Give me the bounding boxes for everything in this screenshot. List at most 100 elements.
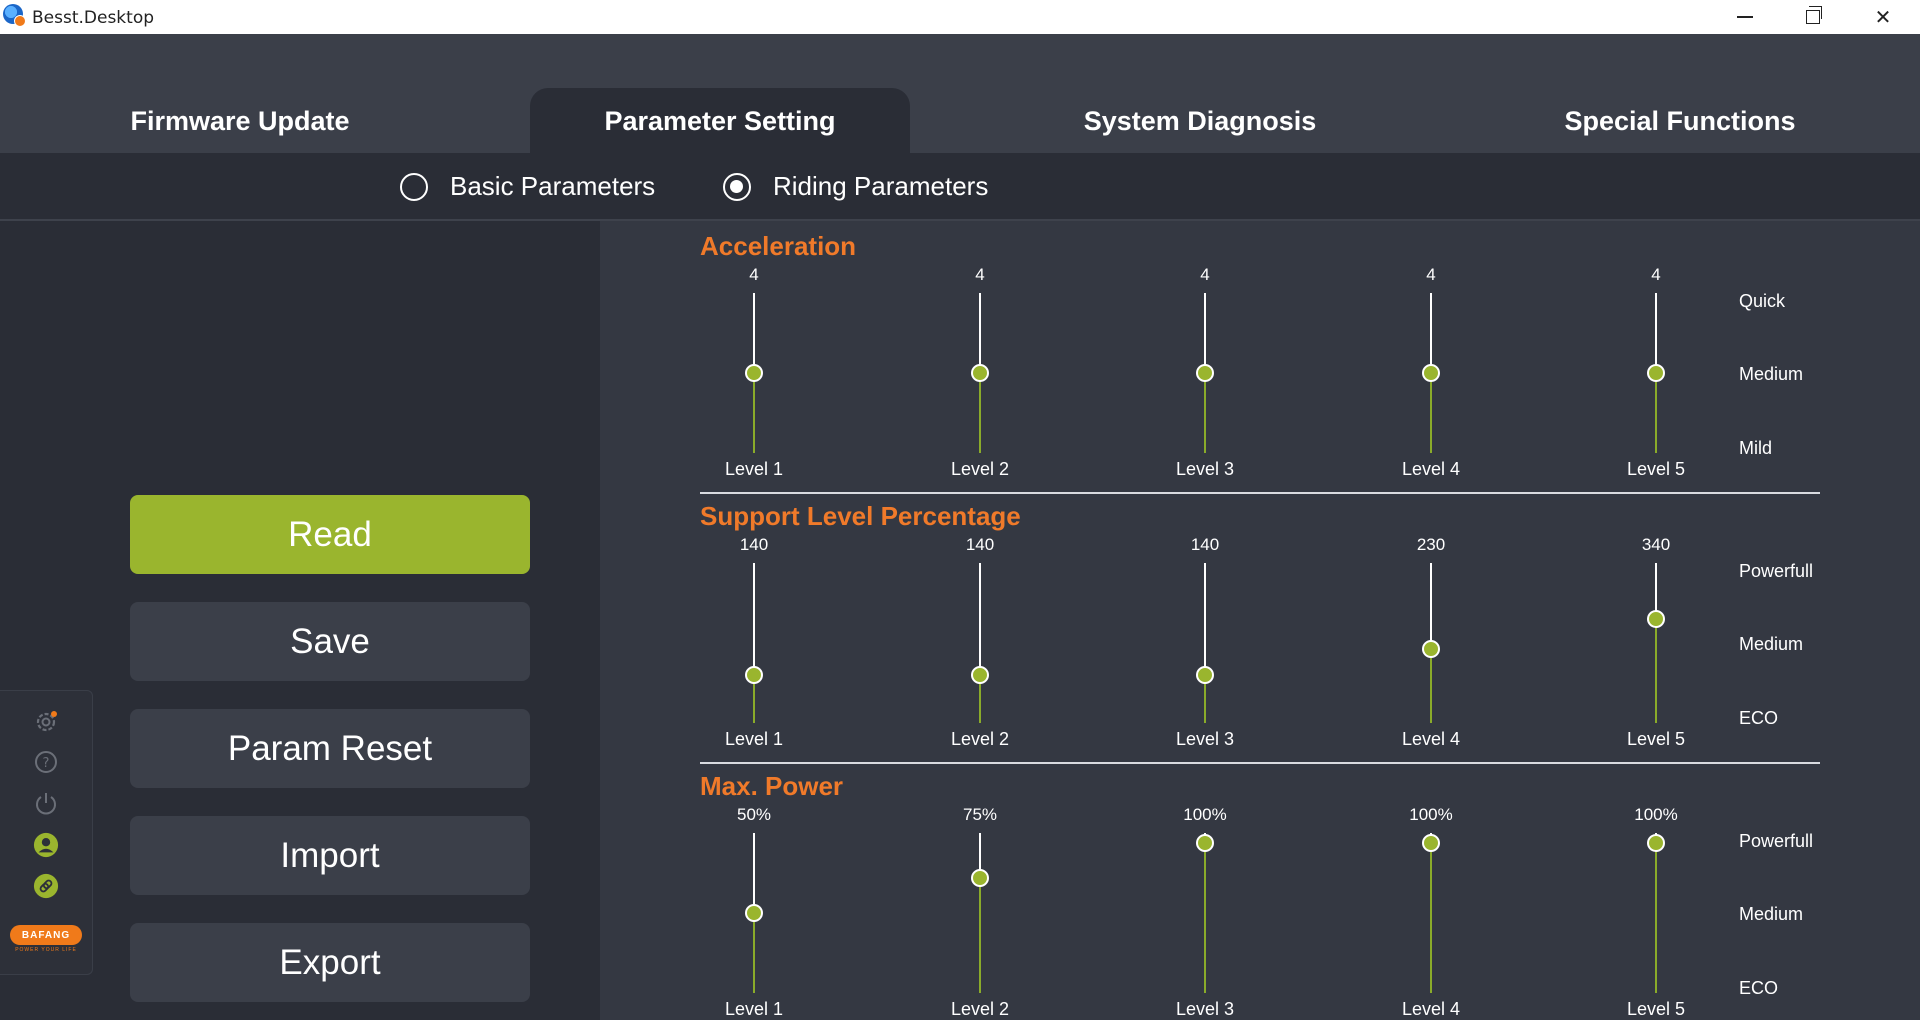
support-level-level-label: Level 1	[724, 729, 784, 749]
max-power-slider-track-filled[interactable]	[753, 913, 755, 993]
support-level-title: Support Level Percentage	[700, 501, 1021, 531]
acceleration-level-label: Level 5	[1626, 459, 1686, 479]
max-power-slider-thumb-level-4[interactable]	[1422, 833, 1440, 852]
max-power-scale-label: ECO	[1739, 978, 1779, 998]
support-level-level-label: Level 5	[1626, 729, 1686, 749]
support-level-slider-track-filled[interactable]	[1430, 649, 1432, 723]
section-divider	[700, 492, 1820, 494]
max-power-scale-label: Powerfull	[1739, 831, 1814, 851]
settings-icon[interactable]	[33, 709, 59, 735]
support-level-slider-track-filled[interactable]	[1655, 619, 1657, 723]
support-level-level-label: Level 3	[1175, 729, 1235, 749]
acceleration-slider-track-filled[interactable]	[979, 373, 981, 453]
radio-basic-parameters[interactable]: Basic Parameters	[400, 171, 655, 202]
acceleration-value-level-1: 4	[749, 265, 759, 284]
acceleration-slider-track-filled[interactable]	[1204, 373, 1206, 453]
link-icon[interactable]	[33, 873, 59, 899]
max-power-title: Max. Power	[700, 771, 844, 801]
app-icon	[3, 4, 26, 27]
acceleration-slider-thumb-level-1[interactable]	[745, 364, 763, 382]
save-button[interactable]: Save	[130, 602, 530, 681]
max-power-slider-thumb-level-3[interactable]	[1196, 833, 1214, 852]
acceleration-title: Acceleration	[700, 231, 857, 261]
svg-text:?: ?	[43, 756, 50, 771]
support-level-slider-track-upper[interactable]	[753, 563, 755, 675]
acceleration-slider-track-upper[interactable]	[1655, 293, 1657, 373]
support-level-value-level-1: 140	[739, 535, 769, 554]
import-button[interactable]: Import	[130, 816, 530, 895]
acceleration-slider-track-upper[interactable]	[1430, 293, 1432, 373]
logo-tagline: POWER YOUR LIFE	[15, 947, 77, 953]
max-power-scale-label: Medium	[1739, 904, 1804, 924]
max-power-slider-thumb-level-1[interactable]	[745, 904, 763, 922]
acceleration-scale-label: Mild	[1739, 438, 1773, 458]
acceleration-slider-track-upper[interactable]	[1204, 293, 1206, 373]
support-level-slider-track-upper[interactable]	[1430, 563, 1432, 650]
radio-button-unchecked[interactable]	[400, 172, 428, 201]
side-icon-bar: ? BAFANG POWER YOUR LIFE	[0, 690, 93, 975]
support-level-level-label: Level 2	[950, 729, 1010, 749]
max-power-level-label: Level 3	[1175, 999, 1235, 1019]
support-level-slider-thumb-level-3[interactable]	[1196, 666, 1214, 684]
user-icon[interactable]	[33, 832, 59, 858]
radio-label-riding: Riding Parameters	[773, 171, 989, 201]
support-level-scale-label: Powerfull	[1739, 561, 1814, 581]
section-divider	[700, 762, 1820, 764]
restore-icon	[1806, 6, 1822, 24]
acceleration-value-level-3: 4	[1200, 265, 1210, 284]
acceleration-slider-track-upper[interactable]	[979, 293, 981, 373]
minimize-button[interactable]	[1710, 0, 1780, 34]
acceleration-slider-thumb-level-4[interactable]	[1422, 364, 1440, 382]
support-level-slider-thumb-level-5[interactable]	[1647, 610, 1665, 628]
max-power-slider-track-filled[interactable]	[1430, 842, 1432, 993]
max-power-slider-track-filled[interactable]	[1655, 842, 1657, 993]
export-button[interactable]: Export	[130, 923, 530, 1002]
acceleration-slider-thumb-level-3[interactable]	[1196, 364, 1214, 382]
support-level-slider-track-upper[interactable]	[1204, 563, 1206, 675]
acceleration-slider-track-upper[interactable]	[753, 293, 755, 373]
acceleration-slider-track-filled[interactable]	[1430, 373, 1432, 453]
max-power-slider-track-filled[interactable]	[1204, 842, 1206, 993]
support-level-slider-track-upper[interactable]	[979, 563, 981, 675]
support-level-slider-thumb-level-1[interactable]	[745, 666, 763, 684]
window-title: Besst.Desktop	[32, 8, 155, 28]
support-level-scale-label: ECO	[1739, 708, 1779, 728]
max-power-level-label: Level 2	[950, 999, 1010, 1019]
tab-parameter-setting[interactable]: Parameter Setting	[530, 88, 910, 154]
help-icon[interactable]: ?	[33, 749, 59, 775]
support-level-level-label: Level 4	[1401, 729, 1461, 749]
close-button[interactable]: ✕	[1848, 0, 1918, 34]
max-power-level-label: Level 1	[724, 999, 784, 1019]
acceleration-slider-track-filled[interactable]	[1655, 373, 1657, 453]
max-power-value-level-2: 75%	[962, 805, 998, 824]
acceleration-value-level-4: 4	[1426, 265, 1436, 284]
acceleration-slider-thumb-level-2[interactable]	[971, 364, 989, 382]
acceleration-value-level-2: 4	[975, 265, 985, 284]
max-power-slider-track-upper[interactable]	[753, 833, 755, 913]
radio-button-checked[interactable]	[723, 172, 751, 201]
param-reset-button[interactable]: Param Reset	[130, 709, 530, 788]
acceleration-slider-thumb-level-5[interactable]	[1647, 364, 1665, 382]
riding-parameters-panel: Acceleration 4 Level 1 4 Level 2 4 Level 3 4 Lev…	[600, 221, 1920, 1020]
support-level-value-level-4: 230	[1416, 535, 1446, 554]
max-power-slider-track-filled[interactable]	[979, 877, 981, 993]
support-level-scale-label: Medium	[1739, 634, 1804, 654]
radio-riding-parameters[interactable]: Riding Parameters	[723, 171, 988, 202]
acceleration-slider-track-filled[interactable]	[753, 373, 755, 453]
acceleration-level-label: Level 4	[1401, 459, 1461, 479]
support-level-value-level-5: 340	[1641, 535, 1671, 554]
max-power-slider-thumb-level-2[interactable]	[971, 868, 989, 887]
tab-special-functions[interactable]: Special Functions	[1440, 88, 1920, 154]
minimize-icon	[1737, 16, 1753, 18]
parameter-type-bar: Basic Parameters Riding Parameters	[0, 153, 1920, 221]
max-power-slider-thumb-level-5[interactable]	[1647, 833, 1665, 852]
tab-system-diagnosis[interactable]: System Diagnosis	[960, 88, 1440, 154]
max-power-value-level-4: 100%	[1409, 805, 1453, 824]
support-level-slider-thumb-level-2[interactable]	[971, 666, 989, 684]
read-button[interactable]: Read	[130, 495, 530, 574]
max-power-value-level-5: 100%	[1634, 805, 1678, 824]
restore-button[interactable]	[1778, 0, 1848, 34]
tab-firmware-update[interactable]: Firmware Update	[0, 88, 480, 154]
power-icon[interactable]	[33, 790, 59, 816]
support-level-slider-thumb-level-4[interactable]	[1422, 640, 1440, 659]
